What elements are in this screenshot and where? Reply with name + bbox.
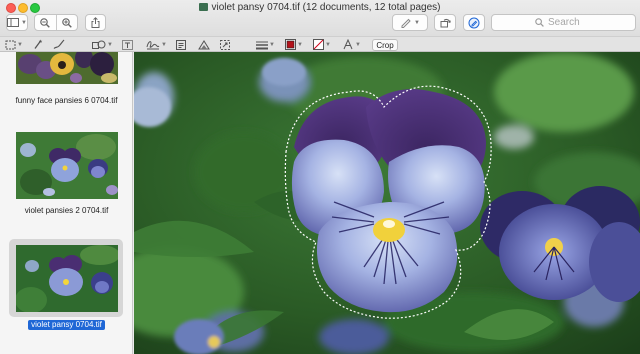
document-proxy-icon[interactable] (199, 3, 209, 11)
selection-tool[interactable]: ▼ (5, 38, 23, 51)
window-title: violet pansy 0704.tif (12 documents, 12 … (211, 2, 441, 13)
zoom-out-icon (40, 17, 51, 28)
chevron-down-icon: ▼ (325, 41, 331, 48)
text-style-icon (343, 39, 353, 50)
zoom-out-button[interactable] (35, 17, 56, 28)
zoom-control (34, 14, 78, 31)
rect-selection-icon (5, 40, 16, 49)
markup-toggle-button[interactable] (463, 14, 485, 31)
markup-icon (468, 17, 480, 28)
shapes-tool[interactable]: ▼ (92, 38, 113, 51)
text-icon (122, 39, 133, 50)
shapes-icon (92, 40, 106, 49)
thumbnail-violet-pansy[interactable] (16, 245, 118, 312)
sidebar-toggle-button[interactable]: ▼ (6, 14, 28, 31)
adjust-color-icon (198, 39, 210, 49)
pen-highlight-icon (401, 18, 411, 28)
fill-color-tool[interactable]: ▼ (313, 38, 331, 51)
sketch-icon (53, 39, 65, 49)
text-style-tool[interactable]: ▼ (342, 38, 361, 51)
image-canvas[interactable] (134, 52, 640, 354)
sidebar-icon (7, 18, 20, 27)
window-title-container: violet pansy 0704.tif (12 documents, 12 … (0, 1, 640, 14)
rotate-button[interactable] (434, 14, 456, 31)
share-icon (91, 17, 100, 28)
fill-color-icon (313, 39, 324, 50)
adjust-color-tool[interactable] (198, 38, 210, 51)
crop-button[interactable]: Crop (372, 39, 398, 51)
sign-icon (146, 41, 160, 50)
chevron-down-icon: ▼ (297, 41, 303, 48)
search-input[interactable] (548, 17, 592, 28)
zoom-in-button[interactable] (57, 17, 78, 28)
thumbnail-sidebar[interactable]: funny face pansies 6 0704.tif violet pan… (0, 52, 133, 354)
thumbnail-label-selected: violet pansy 0704.tif (0, 320, 132, 330)
text-tool[interactable] (122, 38, 133, 51)
border-color-tool[interactable]: ▼ (285, 38, 303, 51)
chevron-down-icon: ▼ (269, 41, 275, 48)
note-icon (176, 39, 186, 50)
rotate-icon (440, 18, 451, 27)
sketch-tool[interactable] (53, 38, 65, 51)
thumbnail-violet-pansies-2[interactable] (16, 132, 118, 199)
line-style-tool[interactable]: ▼ (256, 38, 275, 51)
chevron-down-icon: ▼ (21, 19, 27, 26)
line-style-icon (256, 41, 268, 49)
chevron-down-icon: ▼ (355, 41, 361, 48)
search-icon (535, 18, 544, 27)
zoom-in-icon (61, 17, 72, 28)
border-color-icon (285, 39, 296, 50)
chevron-down-icon: ▼ (17, 41, 23, 48)
share-button[interactable] (85, 14, 106, 31)
chevron-down-icon: ▼ (161, 41, 167, 48)
thumbnail-label: violet pansies 2 0704.tif (24, 206, 109, 215)
chevron-down-icon: ▼ (414, 19, 420, 26)
thumbnail-label: funny face pansies 6 0704.tif (15, 96, 118, 105)
markup-toolbar: ▼ ▼ ▼ ▼ ▼ ▼ ▼ Crop (0, 36, 640, 52)
photo (134, 52, 640, 354)
sign-tool[interactable]: ▼ (146, 38, 167, 51)
highlight-button[interactable]: ▼ (392, 14, 428, 31)
search-field[interactable] (491, 14, 636, 31)
instant-alpha-tool[interactable] (33, 38, 43, 51)
adjust-size-tool[interactable] (220, 38, 230, 51)
selected-thumbnail-label: violet pansy 0704.tif (28, 320, 105, 330)
note-tool[interactable] (176, 38, 186, 51)
instant-alpha-icon (34, 39, 43, 49)
title-bar: violet pansy 0704.tif (12 documents, 12 … (0, 0, 640, 36)
chevron-down-icon: ▼ (107, 41, 113, 48)
adjust-size-icon (220, 39, 230, 50)
